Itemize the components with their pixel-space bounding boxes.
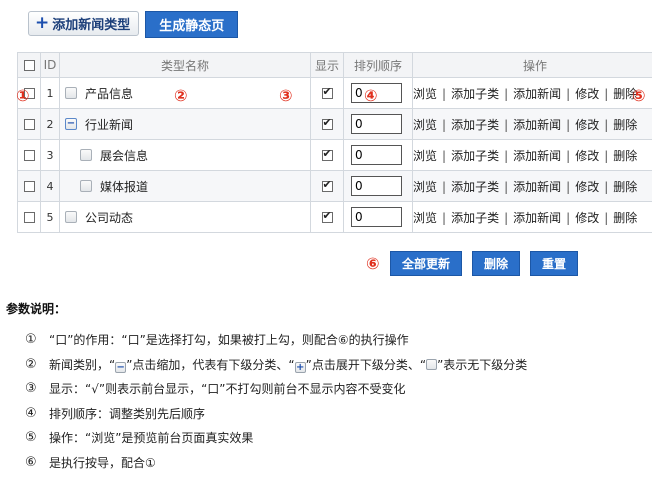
- edit-link[interactable]: 修改: [575, 149, 599, 163]
- update-all-button[interactable]: 全部更新: [390, 251, 463, 276]
- notes-title: 参数说明：: [6, 302, 67, 316]
- select-all-checkbox[interactable]: [23, 60, 35, 71]
- collapse-icon: −: [115, 361, 127, 373]
- category-name: 展会信息: [100, 148, 149, 163]
- add-news-link[interactable]: 添加新闻: [513, 211, 561, 225]
- table-row: 2−行业新闻 浏览|添加子类|添加新闻|修改|删除: [17, 108, 652, 140]
- edit-link[interactable]: 修改: [575, 118, 599, 132]
- add-subcategory-link[interactable]: 添加子类: [451, 87, 499, 101]
- order-input[interactable]: [351, 114, 402, 134]
- show-header: 显示: [310, 52, 344, 78]
- edit-link[interactable]: 修改: [575, 180, 599, 194]
- marker-4: ④: [364, 86, 378, 105]
- generate-static-button[interactable]: 生成静态页: [145, 11, 239, 38]
- row-id: 1: [40, 77, 60, 109]
- row-select-checkbox[interactable]: [23, 181, 35, 192]
- show-checkbox[interactable]: [321, 178, 333, 192]
- table-row: 4 媒体报道 浏览|添加子类|添加新闻|修改|删除: [17, 170, 652, 202]
- note-1: ① “口”的作用：“口”是选择打勾，如果被打上勾，则配合⑥的执行操作: [25, 332, 409, 347]
- note-4: ④ 排列顺序：调整类别先后顺序: [25, 405, 206, 421]
- row-id: 4: [40, 170, 60, 202]
- edit-link[interactable]: 修改: [575, 211, 599, 225]
- row-select-checkbox[interactable]: [23, 212, 35, 223]
- reset-button[interactable]: 重置: [530, 251, 579, 276]
- row-ops: 浏览 | 添加子类 | 添加新闻 | 修改 | 删除: [412, 139, 652, 171]
- browse-link[interactable]: 浏览: [413, 180, 437, 194]
- collapse-icon[interactable]: −: [65, 118, 77, 130]
- row-ops: 浏览 | 添加子类 | 添加新闻 | 修改 | 删除: [412, 77, 652, 109]
- add-news-link[interactable]: 添加新闻: [513, 87, 561, 101]
- row-ops: 浏览 | 添加子类 | 添加新闻 | 修改 | 删除: [412, 170, 652, 202]
- show-checkbox[interactable]: [321, 147, 333, 161]
- ops-header: 操作: [412, 52, 652, 78]
- category-name: 行业新闻: [85, 117, 134, 132]
- row-ops: 浏览 | 添加子类 | 添加新闻 | 修改 | 删除: [412, 201, 652, 233]
- browse-link[interactable]: 浏览: [413, 211, 437, 225]
- category-name: 媒体报道: [100, 179, 149, 194]
- name-header: 类型名称: [59, 52, 311, 78]
- order-header: 排列顺序: [343, 52, 413, 78]
- leaf-icon: [80, 149, 92, 161]
- add-subcategory-link[interactable]: 添加子类: [451, 180, 499, 194]
- delete-button[interactable]: 删除: [472, 251, 521, 276]
- show-checkbox[interactable]: [321, 116, 333, 130]
- add-news-link[interactable]: 添加新闻: [513, 149, 561, 163]
- add-subcategory-link[interactable]: 添加子类: [451, 118, 499, 132]
- table-header-row: ID 类型名称 显示 排列顺序 操作: [17, 52, 652, 78]
- row-id: 3: [40, 139, 60, 171]
- add-subcategory-link[interactable]: 添加子类: [451, 149, 499, 163]
- note-5: ⑤ 操作：“浏览”是预览前台页面真实效果: [25, 430, 254, 445]
- table-row: 1 产品信息 浏览|添加子类|添加新闻|修改|删除: [17, 77, 652, 109]
- browse-link[interactable]: 浏览: [413, 87, 437, 101]
- order-input[interactable]: [351, 145, 402, 165]
- order-input[interactable]: [351, 207, 402, 227]
- browse-link[interactable]: 浏览: [413, 118, 437, 132]
- add-news-type-label: 添加新闻类型: [52, 18, 131, 33]
- add-news-link[interactable]: 添加新闻: [513, 118, 561, 132]
- add-subcategory-link[interactable]: 添加子类: [451, 211, 499, 225]
- table-row: 3 展会信息 浏览|添加子类|添加新闻|修改|删除: [17, 139, 652, 171]
- order-input[interactable]: [351, 176, 402, 196]
- action-bar: 全部更新 删除 重置: [390, 251, 579, 276]
- row-ops: 浏览 | 添加子类 | 添加新闻 | 修改 | 删除: [412, 108, 652, 140]
- delete-link[interactable]: 删除: [613, 180, 637, 194]
- category-name: 产品信息: [85, 86, 134, 101]
- leaf-icon: [65, 211, 77, 223]
- note-2: ② 新闻类别，“−”点击缩加，代表有下级分类、“+”点击展开下级分类、“ ”表示无下…: [25, 356, 528, 373]
- category-table: ID 类型名称 显示 排列顺序 操作 1产品信息浏览|添加子类|添加新闻|修改|…: [17, 52, 652, 233]
- category-name: 公司动态: [85, 210, 134, 225]
- marker-5: ⑤: [632, 86, 646, 105]
- table-row: 5 公司动态 浏览|添加子类|添加新闻|修改|删除: [17, 201, 652, 233]
- show-checkbox[interactable]: [321, 85, 333, 99]
- id-header: ID: [40, 52, 60, 78]
- edit-link[interactable]: 修改: [575, 87, 599, 101]
- delete-link[interactable]: 删除: [613, 149, 637, 163]
- marker-6: ⑥: [366, 254, 380, 273]
- row-select-checkbox[interactable]: [23, 119, 35, 130]
- row-select-checkbox[interactable]: [23, 150, 35, 161]
- plus-icon: +: [35, 13, 50, 33]
- marker-3: ③: [279, 86, 293, 105]
- browse-link[interactable]: 浏览: [413, 149, 437, 163]
- row-id: 2: [40, 108, 60, 140]
- show-checkbox[interactable]: [321, 209, 333, 223]
- add-news-link[interactable]: 添加新闻: [513, 180, 561, 194]
- toolbar: + 添加新闻类型 生成静态页: [28, 11, 239, 38]
- add-news-type-button[interactable]: + 添加新闻类型: [28, 11, 140, 36]
- leaf-icon: [80, 180, 92, 192]
- marker-1: ①: [16, 86, 30, 105]
- notes-list: ① “口”的作用：“口”是选择打勾，如果被打上勾，则配合⑥的执行操作 ② 新闻类别，…: [25, 332, 527, 479]
- note-3: ③ 显示：“√”则表示前台显示，“口”不打勾则前台不显示内容不受变化: [25, 381, 406, 396]
- note-6: ⑥ 是执行按导，配合①: [25, 454, 156, 470]
- row-id: 5: [40, 201, 60, 233]
- marker-2: ②: [174, 86, 188, 105]
- delete-link[interactable]: 删除: [613, 118, 637, 132]
- select-all-header: [17, 52, 41, 78]
- leaf-icon: [65, 87, 77, 99]
- expand-icon: +: [294, 361, 306, 373]
- leaf-icon: [426, 358, 438, 370]
- delete-link[interactable]: 删除: [613, 211, 637, 225]
